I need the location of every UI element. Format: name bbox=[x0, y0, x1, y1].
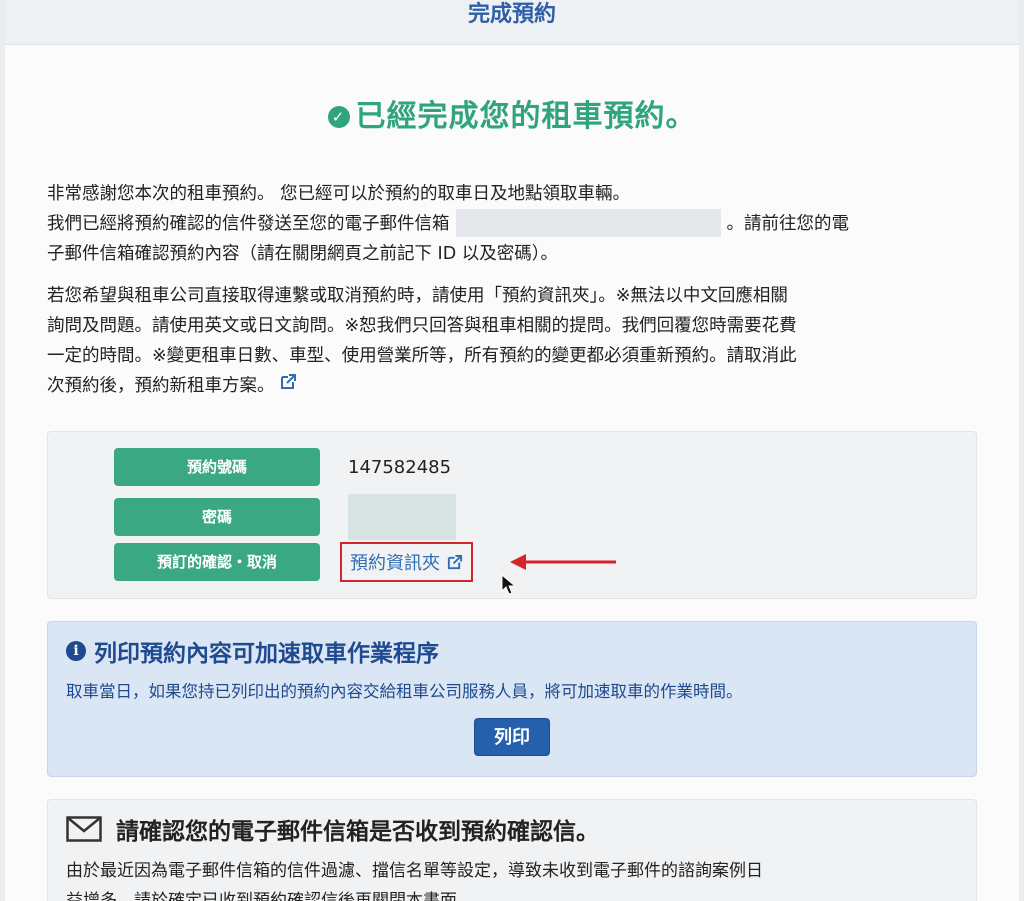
contact-line-4: 次預約後，預約新租車方案。 bbox=[47, 371, 977, 401]
email-confirmation-description: 由於最近因為電子郵件信箱的信件過濾、擋信名單等設定，導致未收到電子郵件的諮詢案例… bbox=[66, 856, 958, 901]
email-desc-line-1: 由於最近因為電子郵件信箱的信件過濾、擋信名單等設定，導致未收到電子郵件的諮詢案例… bbox=[66, 861, 763, 881]
intro-line-2: 我們已經將預約確認的信件發送至您的電子郵件信箱 。請前往您的電 bbox=[47, 209, 977, 239]
contact-line-3: 一定的時間。※變更租車日數、車型、使用營業所等，所有預約的變更都必須重新預約。請… bbox=[47, 346, 797, 366]
check-circle-icon: ✓ bbox=[327, 106, 350, 128]
intro-line-2-suffix: 。請前往您的電 bbox=[726, 214, 850, 234]
page-header-title: 完成預約 bbox=[467, 2, 556, 27]
page-header: 完成預約 bbox=[5, 0, 1019, 45]
manage-booking-label: 預訂的確認・取消 bbox=[114, 543, 320, 581]
print-button[interactable]: 列印 bbox=[474, 718, 550, 756]
annotation-arrow bbox=[510, 554, 616, 570]
intro-paragraph: 非常感謝您本次的租車預約。 您已經可以於預約的取車日及地點領取車輛。 我們已經將… bbox=[47, 179, 977, 269]
contact-line-1: 若您希望與租車公司直接取得連繫或取消預約時，請使用「預約資訊夾」。※無法以中文回… bbox=[47, 286, 788, 306]
password-label: 密碼 bbox=[114, 498, 320, 536]
contact-line-2: 詢問及問題。請使用英文或日文詢問。※恕我們只回答與租車相關的提問。我們回覆您時需… bbox=[47, 316, 797, 336]
mouse-cursor bbox=[501, 574, 517, 595]
info-icon: i bbox=[66, 641, 86, 661]
email-desc-line-2: 益增多，請於確定已收到預約確認信後再關閉本書面。 bbox=[66, 891, 474, 901]
external-link-icon[interactable] bbox=[279, 371, 297, 401]
contact-line-4-text: 次預約後，預約新租車方案。 bbox=[47, 376, 275, 396]
email-confirmation-panel: 請確認您的電子郵件信箱是否收到預約確認信。 由於最近因為電子郵件信箱的信件過濾、… bbox=[47, 799, 977, 901]
redacted-password bbox=[348, 494, 456, 540]
completion-heading-text: 已經完成您的租車預約。 bbox=[355, 99, 697, 134]
booking-number-label: 預約號碼 bbox=[114, 448, 320, 486]
booking-folder-link[interactable]: 預約資訊夾 bbox=[340, 542, 473, 582]
manage-booking-row: 預訂的確認・取消 預約資訊夾 bbox=[114, 542, 473, 582]
email-confirmation-title-text: 請確認您的電子郵件信箱是否收到預約確認信。 bbox=[116, 819, 599, 845]
page: 完成預約 ✓ 已經完成您的租車預約。 非常感謝您本次的租車預約。 您已經可以於預約… bbox=[5, 0, 1019, 901]
completion-heading: ✓ 已經完成您的租車預約。 bbox=[5, 91, 1019, 135]
email-confirmation-title: 請確認您的電子郵件信箱是否收到預約確認信。 bbox=[66, 812, 958, 846]
print-panel-title: i 列印預約內容可加速取車作業程序 bbox=[66, 634, 958, 668]
external-link-icon bbox=[447, 554, 462, 570]
booking-number-value: 147582485 bbox=[348, 456, 452, 478]
password-row: 密碼 bbox=[114, 494, 456, 540]
print-panel-title-text: 列印預約內容可加速取車作業程序 bbox=[94, 641, 439, 667]
print-panel: i 列印預約內容可加速取車作業程序 取車當日，如果您持已列印出的預約內容交給租車… bbox=[47, 621, 977, 777]
intro-line-3: 子郵件信箱確認預約內容（請在關閉網頁之前記下 ID 以及密碼）。 bbox=[47, 244, 559, 264]
intro-line-1: 非常感謝您本次的租車預約。 您已經可以於預約的取車日及地點領取車輛。 bbox=[47, 184, 631, 204]
envelope-icon bbox=[66, 816, 102, 842]
print-panel-description: 取車當日，如果您持已列印出的預約內容交給租車公司服務人員，將可加速取車的作業時間… bbox=[66, 682, 743, 701]
booking-info-panel: 預約號碼 147582485 密碼 預訂的確認・取消 預約資訊夾 bbox=[47, 431, 977, 599]
intro-line-2-prefix: 我們已經將預約確認的信件發送至您的電子郵件信箱 bbox=[47, 214, 450, 234]
contact-paragraph: 若您希望與租車公司直接取得連繫或取消預約時，請使用「預約資訊夾」。※無法以中文回… bbox=[47, 281, 977, 401]
redacted-email bbox=[455, 209, 721, 237]
booking-number-row: 預約號碼 147582485 bbox=[114, 448, 451, 486]
booking-folder-link-text[interactable]: 預約資訊夾 bbox=[350, 553, 440, 574]
